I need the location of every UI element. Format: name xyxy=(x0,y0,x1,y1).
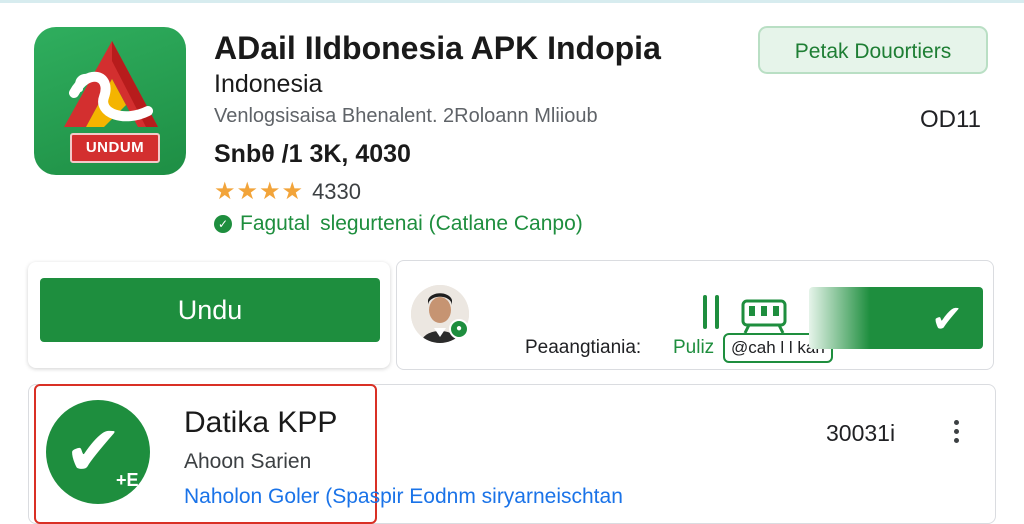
lower-app-icon[interactable]: ✔ +E xyxy=(46,400,150,504)
app-logo-icon[interactable]: UNDUM xyxy=(34,27,186,175)
rating-count: 4330 xyxy=(312,178,362,204)
top-divider xyxy=(0,0,1024,3)
more-vert-icon[interactable] xyxy=(948,420,964,450)
verified-check-icon: ✓ xyxy=(214,215,232,233)
rating-row: ★★★★ 4330 xyxy=(214,177,361,206)
lower-item-title[interactable]: Datika KPP xyxy=(184,406,337,440)
lower-item-link[interactable]: Naholon Goler (Spaspir Eodnm siryarneisc… xyxy=(184,485,623,509)
verified-row: ✓ Fagutal slegurtenai (Catlane Canpo) xyxy=(214,212,583,236)
app-icon-label: UNDUM xyxy=(70,133,160,163)
review-card: ● Peaangtiania: Puliz @cah l l kan ✔ xyxy=(396,260,994,370)
avatar-badge-icon: ● xyxy=(449,319,469,339)
approve-button[interactable]: ✔ xyxy=(809,287,983,349)
lower-item-count: 30031i xyxy=(826,420,896,446)
download-card: Undu xyxy=(28,262,390,368)
verified-text: Fagutal slegurtenai (Catlane Canpo) xyxy=(240,212,583,235)
vehicle-icon[interactable] xyxy=(737,295,791,335)
top-right-count: OD11 xyxy=(920,106,981,133)
top-right-button[interactable]: Petak Douortiers xyxy=(758,26,988,74)
lower-icon-corner: +E xyxy=(116,470,139,490)
reviewer-label: Peaangtiania: xyxy=(525,337,642,358)
size-line: Snbθ /1 3K, 4030 xyxy=(214,140,411,168)
checkmark-icon: ✔ xyxy=(64,412,123,490)
lower-item-subtitle: Ahoon Sarien xyxy=(184,450,312,473)
app-title: ADail IIdbonesia APK Indopia xyxy=(214,30,661,66)
app-subtitle: Indonesia xyxy=(214,70,323,98)
reviewer-link[interactable]: Puliz xyxy=(673,337,714,359)
checkmark-icon: ✔ xyxy=(931,299,963,341)
developer-line[interactable]: Venlogsisaisa Bhenalent. 2Roloann Mliiou… xyxy=(214,105,598,128)
rating-stars: ★★★★ xyxy=(214,178,305,205)
download-button[interactable]: Undu xyxy=(40,278,380,342)
